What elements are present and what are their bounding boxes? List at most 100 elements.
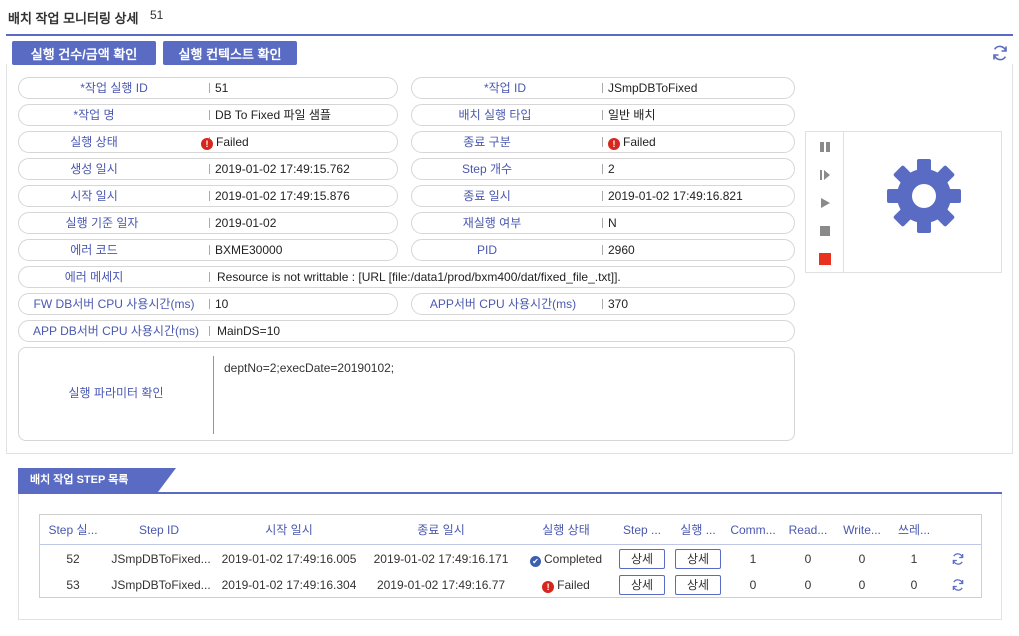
- col-header[interactable]: Step 실...: [42, 515, 104, 545]
- field-value: Failed: [216, 135, 249, 149]
- field-value: MainDS=10: [217, 324, 281, 338]
- refresh-icon[interactable]: [951, 578, 965, 592]
- error-icon: !: [201, 138, 213, 150]
- refresh-icon[interactable]: [951, 552, 965, 566]
- field-pid: PID 2960: [411, 239, 795, 261]
- cell-end: 2019-01-02 17:49:16.77: [376, 578, 506, 592]
- col-header[interactable]: Read...: [782, 515, 834, 545]
- status-text: Completed: [543, 552, 603, 566]
- cell-end: 2019-01-02 17:49:16.171: [373, 552, 509, 566]
- grid-header: Step 실... Step ID 시작 일시 종료 일시 실행 상태 Step…: [40, 515, 981, 545]
- col-header[interactable]: Comm...: [726, 515, 780, 545]
- exec-context-button[interactable]: 실행 컨텍스트 확인: [163, 41, 297, 65]
- col-header[interactable]: Write...: [836, 515, 888, 545]
- field-error-msg: 에러 메세지 Resource is not writtable : [URL …: [18, 266, 795, 288]
- exec-detail-button[interactable]: 상세: [675, 575, 721, 595]
- field-label: 재실행 여부: [462, 216, 522, 230]
- error-icon: !: [608, 138, 620, 150]
- field-label: 작업 실행 ID: [84, 81, 148, 95]
- field-label: APP DB서버 CPU 사용시간(ms): [32, 324, 200, 338]
- col-header[interactable]: 실행 상태: [518, 515, 614, 545]
- field-exec-id: *작업 실행 ID 51: [18, 77, 398, 99]
- col-header[interactable]: 쓰레...: [890, 515, 938, 545]
- field-label: APP서버 CPU 사용시간(ms): [429, 297, 577, 311]
- cell-thread: 0: [910, 578, 918, 592]
- exec-detail-button[interactable]: 상세: [675, 549, 721, 569]
- cell-read: 0: [804, 578, 812, 592]
- field-base-date: 실행 기준 일자 2019-01-02: [18, 212, 398, 234]
- cell-write: 0: [858, 552, 866, 566]
- error-icon: !: [542, 581, 555, 593]
- table-row[interactable]: 52 JSmpDBToFixed... 2019-01-02 17:49:16.…: [40, 546, 981, 572]
- page-title: 배치 작업 모니터링 상세: [8, 11, 139, 26]
- step-forward-icon[interactable]: [817, 167, 833, 183]
- check-circle-icon: ✔: [529, 556, 541, 567]
- exec-amount-button[interactable]: 실행 건수/금액 확인: [12, 41, 156, 65]
- field-app-db-cpu: APP DB서버 CPU 사용시간(ms) MainDS=10: [18, 320, 795, 342]
- cell-thread: 1: [910, 552, 918, 566]
- play-icon[interactable]: [817, 195, 833, 211]
- field-value: 2019-01-02 17:49:15.876: [215, 189, 350, 203]
- field-exec-type: 배치 실행 타입 일반 배치: [411, 104, 795, 126]
- field-value: BXME30000: [215, 243, 283, 257]
- gear-icon: [887, 159, 961, 233]
- step-list-panel: Step 실... Step ID 시작 일시 종료 일시 실행 상태 Step…: [18, 494, 1002, 620]
- field-value: 2019-01-02: [215, 216, 277, 230]
- field-error-code: 에러 코드 BXME30000: [18, 239, 398, 261]
- field-job-name: *작업 명 DB To Fixed 파일 샘플: [18, 104, 398, 126]
- field-value: DB To Fixed 파일 샘플: [215, 108, 331, 122]
- exec-params-box: 실행 파라미터 확인 deptNo=2;execDate=20190102;: [18, 347, 795, 441]
- field-value: 370: [608, 297, 629, 311]
- control-buttons: [806, 132, 844, 272]
- field-label: PID: [476, 243, 497, 257]
- status-text: Failed: [557, 578, 590, 592]
- field-label: 종료 일시: [463, 189, 511, 203]
- force-stop-icon[interactable]: [817, 251, 833, 267]
- field-value: 2: [608, 162, 615, 176]
- field-label: 에러 메세지: [64, 270, 124, 284]
- field-rerun: 재실행 여부 N: [411, 212, 795, 234]
- stop-icon[interactable]: [817, 223, 833, 239]
- field-label: FW DB서버 CPU 사용시간(ms): [33, 297, 195, 311]
- refresh-icon[interactable]: [991, 44, 1009, 62]
- col-header[interactable]: Step ...: [614, 515, 670, 545]
- tab-step-list[interactable]: 배치 작업 STEP 목록: [18, 468, 158, 492]
- toolbar: 실행 건수/금액 확인 실행 컨텍스트 확인: [6, 34, 1013, 65]
- pause-icon[interactable]: [817, 139, 833, 155]
- field-label: 실행 기준 일자: [65, 216, 139, 230]
- field-value: Resource is not writtable : [URL [file:/…: [217, 270, 621, 284]
- exec-params-value: deptNo=2;execDate=20190102;: [224, 361, 395, 375]
- field-value: 2019-01-02 17:49:16.821: [608, 189, 743, 203]
- exec-params-label: 실행 파라미터 확인: [68, 386, 164, 400]
- field-value: 일반 배치: [608, 108, 656, 122]
- field-step-count: Step 개수 2: [411, 158, 795, 180]
- cell-exec: 53: [66, 578, 80, 592]
- page-id: 51: [150, 8, 164, 22]
- col-header[interactable]: 실행 ...: [670, 515, 726, 545]
- field-label: 배치 실행 타입: [458, 108, 532, 122]
- table-row[interactable]: 53 JSmpDBToFixed... 2019-01-02 17:49:16.…: [40, 572, 981, 598]
- step-list-tabs: 배치 작업 STEP 목록: [18, 468, 1002, 494]
- field-fw-db-cpu: FW DB서버 CPU 사용시간(ms) 10: [18, 293, 398, 315]
- col-header[interactable]: Step ID: [104, 515, 214, 545]
- job-control-box: [805, 131, 1002, 273]
- cell-step-id: JSmpDBToFixed...: [111, 578, 211, 592]
- field-label: 종료 구분: [463, 135, 511, 149]
- field-exec-status: 실행 상태 ! Failed: [18, 131, 398, 153]
- col-header[interactable]: 종료 일시: [366, 515, 516, 545]
- cell-step-id: JSmpDBToFixed...: [111, 552, 211, 566]
- cell-status: ! Failed: [518, 572, 614, 598]
- step-detail-button[interactable]: 상세: [619, 575, 665, 595]
- col-header[interactable]: 시작 일시: [214, 515, 364, 545]
- field-label: 시작 일시: [70, 189, 118, 203]
- cell-exec: 52: [66, 552, 80, 566]
- cell-start: 2019-01-02 17:49:16.005: [221, 552, 357, 566]
- field-value: JSmpDBToFixed: [608, 81, 698, 95]
- field-job-id: *작업 ID JSmpDBToFixed: [411, 77, 795, 99]
- field-value: N: [608, 216, 617, 230]
- field-label: 작업 ID: [488, 81, 527, 95]
- cell-write: 0: [858, 578, 866, 592]
- step-detail-button[interactable]: 상세: [619, 549, 665, 569]
- cell-commit: 1: [749, 552, 757, 566]
- field-start-at: 시작 일시 2019-01-02 17:49:15.876: [18, 185, 398, 207]
